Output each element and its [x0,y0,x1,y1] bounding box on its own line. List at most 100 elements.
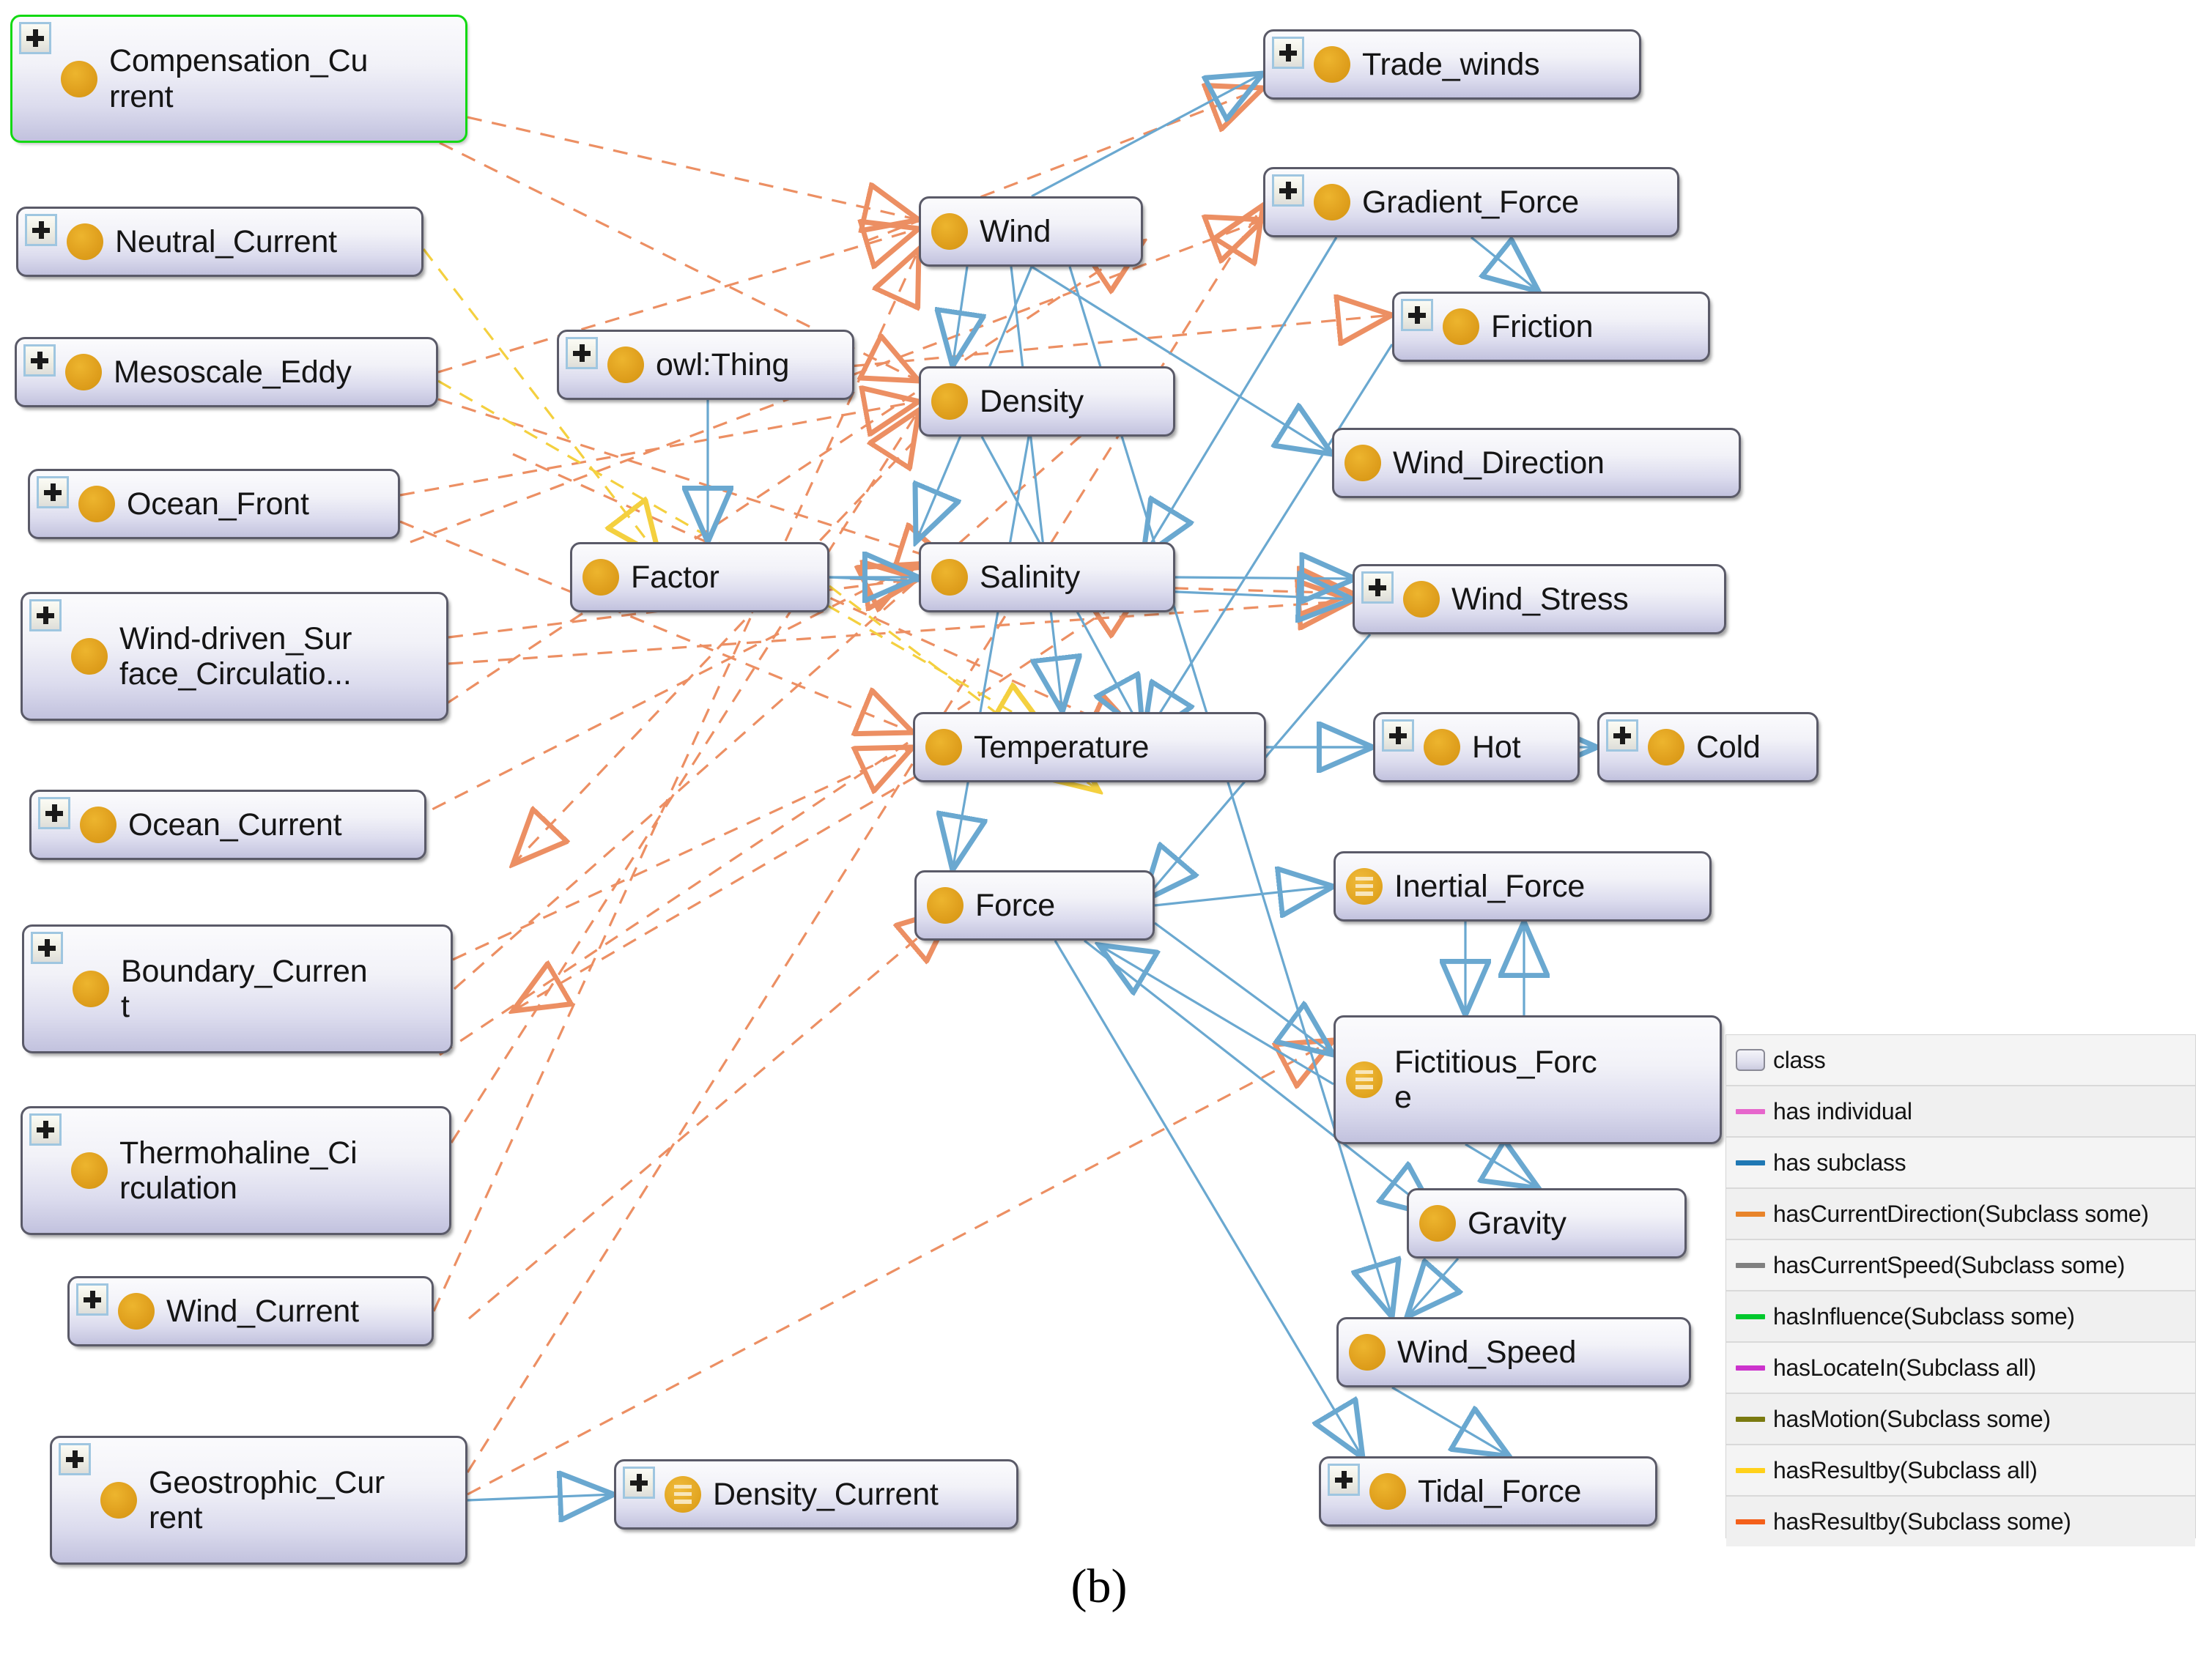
expand-plus-icon[interactable] [623,1467,655,1499]
node-factor[interactable]: Factor [570,542,829,612]
node-hot[interactable]: Hot [1373,712,1580,782]
node-label: Density_Current [713,1476,939,1512]
legend-row[interactable]: has individual [1726,1086,2195,1138]
legend-label: has subclass [1773,1149,1906,1176]
legend-row[interactable]: hasResultby(Subclass some) [1726,1497,2195,1546]
node-label: Force [975,887,1055,923]
legend-line-glyph [1736,1313,1765,1319]
class-circle-icon [65,354,102,390]
legend-row[interactable]: hasMotion(Subclass some) [1726,1394,2195,1445]
node-temperature[interactable]: Temperature [913,712,1266,782]
expand-plus-icon[interactable] [29,1113,62,1146]
expand-plus-icon[interactable] [25,214,57,246]
expand-plus-icon[interactable] [29,599,62,631]
class-circle-icon [1419,1205,1456,1242]
expand-plus-icon[interactable] [19,22,51,54]
expand-plus-icon[interactable] [1272,37,1304,69]
class-circle-icon [1648,729,1684,766]
node-gravity[interactable]: Gravity [1407,1188,1687,1258]
node-label: Friction [1491,308,1594,344]
legend-line-swatch [1734,1262,1767,1268]
class-circle-icon [71,1152,108,1189]
node-density[interactable]: Density [919,366,1175,437]
node-salinity[interactable]: Salinity [919,542,1175,612]
node-mesoscale_eddy[interactable]: Mesoscale_Eddy [15,337,438,407]
node-inertial_force[interactable]: Inertial_Force [1334,851,1712,922]
legend-line-glyph [1736,1108,1765,1114]
node-label: owl:Thing [656,346,790,382]
expand-plus-icon[interactable] [1328,1464,1360,1496]
node-gradient_force[interactable]: Gradient_Force [1263,167,1679,237]
legend-row[interactable]: hasResultby(Subclass all) [1726,1445,2195,1497]
node-wind_current[interactable]: Wind_Current [67,1276,434,1346]
node-label: Wind_Speed [1397,1334,1577,1370]
legend-label: hasMotion(Subclass some) [1773,1405,2051,1432]
legend-row[interactable]: class [1726,1035,2195,1086]
legend-label: has individual [1773,1097,1912,1124]
legend-line-swatch [1734,1519,1767,1524]
node-wind[interactable]: Wind [919,196,1143,267]
expand-plus-icon[interactable] [59,1443,91,1475]
node-geostrophic_current[interactable]: Geostrophic_Cur rent [50,1436,467,1565]
node-label: Hot [1472,729,1521,765]
node-friction[interactable]: Friction [1392,292,1710,362]
class-box-glyph [1736,1049,1765,1071]
node-ocean_front[interactable]: Ocean_Front [28,469,400,539]
node-wind_direction[interactable]: Wind_Direction [1332,428,1741,498]
legend-label: class [1773,1046,1826,1073]
expand-plus-icon[interactable] [1272,174,1304,207]
legend-row[interactable]: hasCurrentSpeed(Subclass some) [1726,1240,2195,1291]
class-circle-icon [1369,1473,1406,1510]
node-thermohaline_circulation[interactable]: Thermohaline_Ci rculation [21,1106,451,1235]
node-tidal_force[interactable]: Tidal_Force [1319,1456,1657,1527]
expand-plus-icon[interactable] [37,476,69,508]
expand-plus-icon[interactable] [38,797,70,829]
class-circle-icon [1344,445,1381,481]
class-circle-icon [80,807,116,843]
legend-row[interactable]: has subclass [1726,1138,2195,1189]
expand-plus-icon[interactable] [31,932,63,964]
node-owl_thing[interactable]: owl:Thing [557,330,854,400]
node-label: Density [980,383,1084,419]
class-circle-icon [61,60,97,97]
node-trade_winds[interactable]: Trade_winds [1263,29,1641,100]
class-circle-icon [931,383,968,420]
legend-line-swatch [1734,1160,1767,1165]
class-circle-icon [1424,729,1460,766]
expand-plus-icon[interactable] [1382,719,1414,752]
legend-line-swatch [1734,1416,1767,1422]
expand-plus-icon[interactable] [1361,571,1394,604]
expand-plus-icon[interactable] [1401,299,1433,331]
legend-label: hasInfluence(Subclass some) [1773,1302,2075,1330]
expand-plus-icon[interactable] [23,344,56,377]
node-compensation_current[interactable]: Compensation_Cu rrent [10,15,467,143]
legend-row[interactable]: hasLocateIn(Subclass all) [1726,1343,2195,1394]
node-cold[interactable]: Cold [1597,712,1819,782]
node-wind_speed[interactable]: Wind_Speed [1336,1317,1691,1387]
legend-row[interactable]: hasInfluence(Subclass some) [1726,1291,2195,1343]
node-neutral_current[interactable]: Neutral_Current [16,207,423,277]
legend-label: hasCurrentDirection(Subclass some) [1773,1200,2149,1227]
legend-row[interactable]: hasCurrentDirection(Subclass some) [1726,1189,2195,1240]
expand-plus-icon[interactable] [566,337,598,369]
node-label: Factor [631,559,720,595]
node-label: Wind-driven_Sur face_Circulatio... [119,620,352,692]
legend-label: hasResultby(Subclass all) [1773,1456,2038,1483]
legend-label: hasResultby(Subclass some) [1773,1508,2071,1535]
node-ocean_current[interactable]: Ocean_Current [29,790,426,860]
expand-plus-icon[interactable] [1606,719,1638,752]
expand-plus-icon[interactable] [76,1283,108,1316]
class-circle-icon [1349,1334,1386,1371]
node-force[interactable]: Force [914,870,1155,941]
node-density_current[interactable]: Density_Current [614,1459,1018,1530]
node-label: Thermohaline_Ci rculation [119,1135,358,1206]
class-circle-icon [1314,46,1350,83]
legend-line-swatch [1734,1313,1767,1319]
node-wind_driven_surface_circulation[interactable]: Wind-driven_Sur face_Circulatio... [21,592,448,721]
node-fictitious_force[interactable]: Fictitious_Forc e [1334,1015,1722,1144]
legend-label: hasCurrentSpeed(Subclass some) [1773,1251,2126,1278]
class-circle-icon [118,1293,155,1330]
node-wind_stress[interactable]: Wind_Stress [1353,564,1726,634]
node-boundary_current[interactable]: Boundary_Curren t [22,924,453,1053]
legend-line-glyph [1736,1160,1765,1165]
